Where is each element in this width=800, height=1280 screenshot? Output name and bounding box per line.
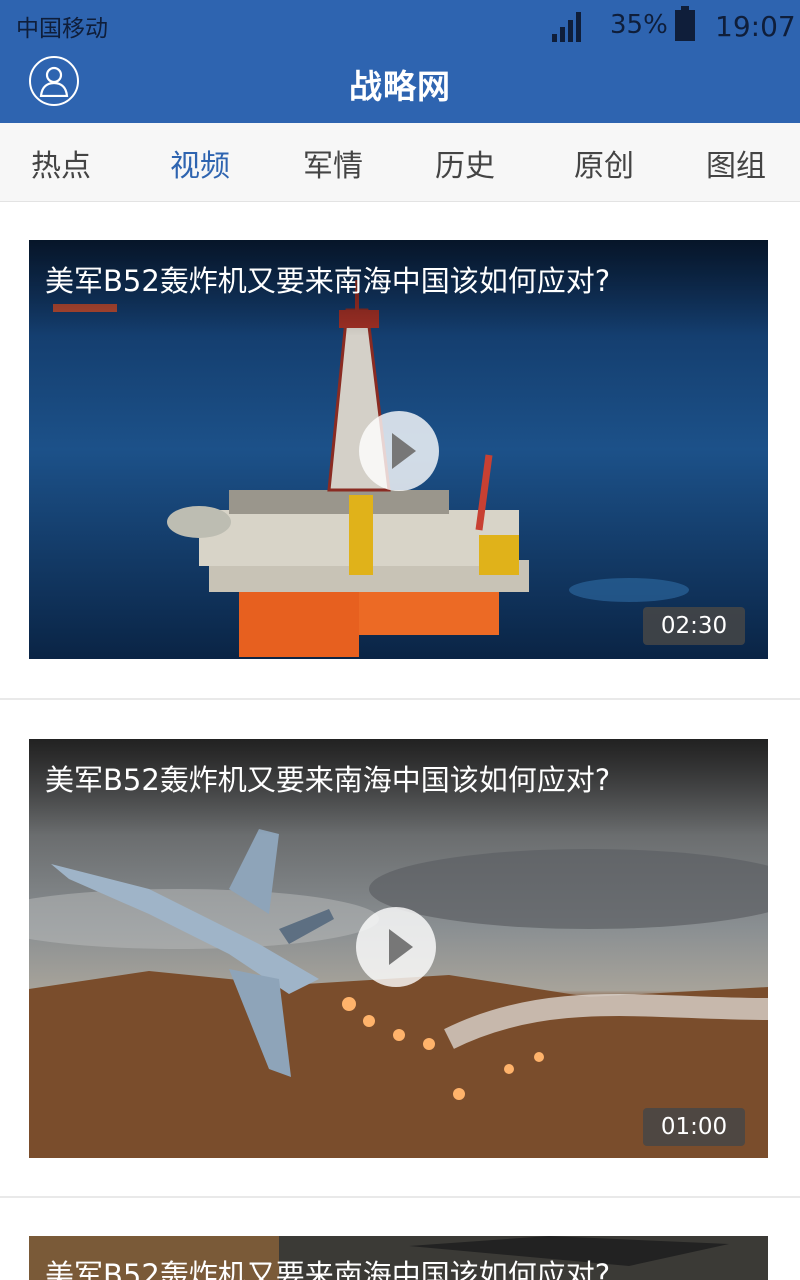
play-button[interactable] — [359, 411, 439, 491]
tab-gallery[interactable]: 图组 — [676, 141, 796, 185]
clock: 19:07 — [715, 10, 796, 43]
status-bar: 中国移动 35% 19:07 — [0, 0, 800, 50]
video-title: 美军B52轰炸机又要来南海中国该如何应对? — [45, 264, 611, 298]
video-card[interactable]: 美军B52轰炸机又要来南海中国该如何应对? 02:30 — [29, 240, 768, 659]
video-title: 美军B52轰炸机又要来南海中国该如何应对? — [45, 763, 611, 797]
divider — [0, 698, 800, 700]
category-tabs: 热点 视频 军情 历史 原创 图组 — [0, 123, 800, 202]
battery-icon — [675, 6, 695, 41]
video-card[interactable]: 美军B52轰炸机又要来南海中国该如何应对? — [29, 1236, 768, 1280]
tab-history[interactable]: 历史 — [405, 141, 525, 185]
battery-percent: 35% — [610, 10, 668, 40]
video-duration: 01:00 — [643, 1108, 745, 1146]
app-logo: 战略网 — [349, 67, 451, 106]
signal-bars-icon — [552, 12, 581, 42]
app-header: 中国移动 35% 19:07 战略网 — [0, 0, 800, 123]
tab-original[interactable]: 原创 — [544, 141, 664, 185]
video-duration: 02:30 — [643, 607, 745, 645]
tab-hot[interactable]: 热点 — [1, 141, 121, 185]
tab-video[interactable]: 视频 — [140, 141, 260, 185]
video-title: 美军B52轰炸机又要来南海中国该如何应对? — [45, 1258, 611, 1280]
divider — [0, 1196, 800, 1198]
tab-military[interactable]: 军情 — [273, 141, 393, 185]
play-button[interactable] — [356, 907, 436, 987]
carrier-label: 中国移动 — [16, 16, 108, 42]
video-card[interactable]: 美军B52轰炸机又要来南海中国该如何应对? 01:00 — [29, 739, 768, 1158]
